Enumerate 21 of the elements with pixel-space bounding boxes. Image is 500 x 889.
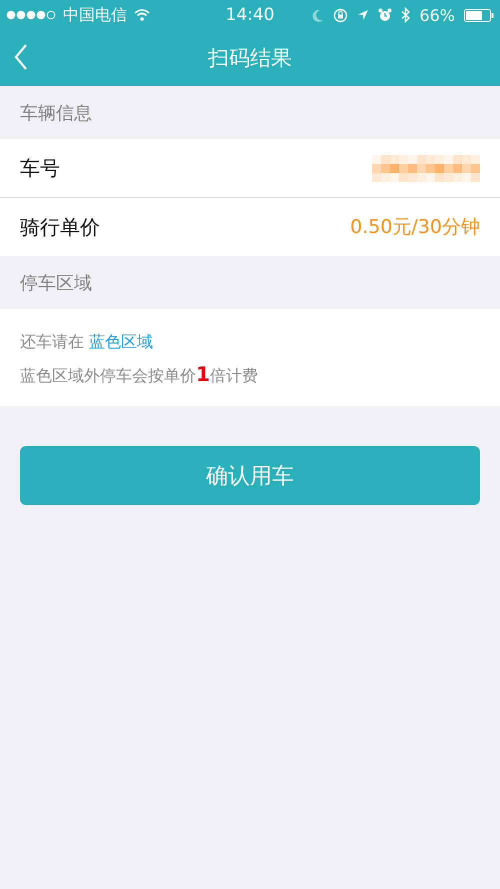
row-label: 骑行单价 [20, 214, 100, 240]
location-arrow-icon [357, 9, 370, 21]
row-label: 车号 [20, 154, 60, 182]
status-time: 14:40 [226, 5, 274, 25]
alarm-clock-icon [378, 8, 392, 22]
battery-percent: 66% [419, 6, 455, 24]
rotation-lock-icon [333, 8, 348, 22]
wifi-icon [134, 9, 150, 21]
moon-icon [312, 8, 324, 22]
bluetooth-icon [401, 7, 410, 23]
price-value: 0.50元/30分钟 [350, 215, 480, 240]
section-heading: 停车区域 [20, 272, 92, 294]
carrier-name: 中国电信 [63, 4, 127, 26]
chevron-left-icon [14, 44, 28, 70]
section-heading: 车辆信息 [20, 102, 92, 124]
page-title: 扫码结果 [208, 45, 292, 72]
parking-note: 蓝色区域外停车会按单价1倍计费 [20, 361, 259, 388]
confirm-button[interactable]: 确认用车 [20, 446, 480, 505]
parking-note: 还车请在 蓝色区域 [20, 331, 154, 353]
signal-icon [6, 10, 56, 20]
battery-icon [464, 8, 494, 22]
